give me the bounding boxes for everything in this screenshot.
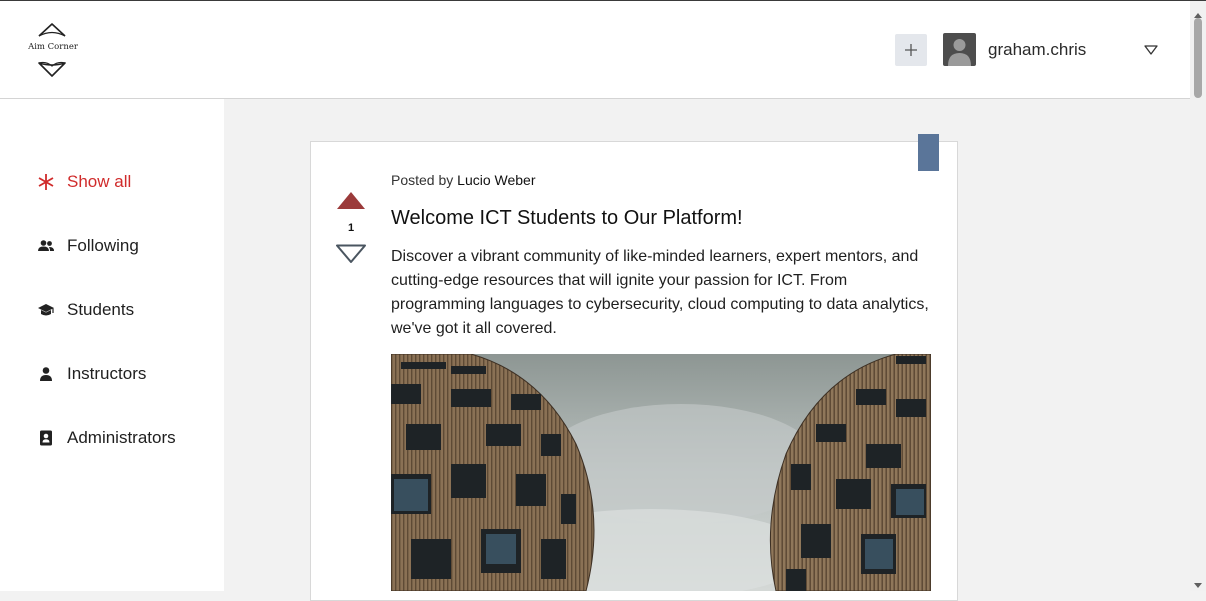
- logo-text: Aim Corner: [28, 42, 78, 52]
- user-menu-toggle[interactable]: [1143, 43, 1159, 55]
- sidebar: Show all Following Students Instructors …: [0, 99, 224, 591]
- upvote-button[interactable]: [335, 190, 367, 210]
- vote-count: 1: [347, 222, 355, 234]
- post-title[interactable]: Welcome ICT Students to Our Platform!: [391, 207, 743, 230]
- downvote-arrow-icon: [336, 244, 366, 263]
- posted-by-label: Posted by: [391, 172, 454, 188]
- user-avatar-icon: [948, 39, 971, 66]
- sidebar-item-administrators[interactable]: Administrators: [36, 426, 176, 450]
- plus-icon: [905, 44, 917, 56]
- add-post-button[interactable]: [895, 34, 927, 66]
- sidebar-item-label: Students: [67, 300, 135, 319]
- user-avatar[interactable]: [943, 33, 976, 66]
- curved-buildings-photo: [391, 354, 931, 591]
- sidebar-item-label: Administrators: [67, 428, 176, 447]
- scroll-up-arrow-icon: [1194, 13, 1202, 18]
- scrollbar-thumb[interactable]: [1194, 18, 1202, 98]
- top-header: Aim Corner graham.chris: [0, 1, 1190, 99]
- bookmark-ribbon[interactable]: [918, 134, 939, 171]
- sidebar-item-show-all[interactable]: Show all: [36, 170, 131, 194]
- sidebar-item-following[interactable]: Following: [36, 234, 139, 258]
- sidebar-item-label: Following: [67, 236, 139, 255]
- post-image: [391, 354, 931, 591]
- sidebar-item-label: Show all: [67, 172, 132, 191]
- sidebar-item-label: Instructors: [67, 364, 147, 383]
- chevron-down-icon: [1144, 45, 1158, 55]
- scroll-down-arrow-icon: [1194, 583, 1202, 588]
- scroll-down-button[interactable]: [1193, 577, 1203, 588]
- upvote-arrow-icon: [337, 192, 365, 209]
- downvote-button[interactable]: [335, 244, 367, 264]
- sidebar-item-students[interactable]: Students: [36, 298, 134, 322]
- people-icon: [36, 236, 56, 256]
- sidebar-item-instructors[interactable]: Instructors: [36, 362, 146, 386]
- graduation-cap-icon: [36, 300, 56, 320]
- logo[interactable]: Aim Corner: [26, 21, 80, 79]
- badge-icon: [36, 428, 56, 448]
- asterisk-icon: [36, 172, 56, 192]
- scroll-up-button[interactable]: [1193, 6, 1203, 18]
- post-body: Discover a vibrant community of like-min…: [391, 248, 929, 337]
- post-meta: Posted by Lucio Weber: [391, 172, 536, 188]
- post-author[interactable]: Lucio Weber: [457, 172, 535, 188]
- person-icon: [36, 364, 56, 384]
- username[interactable]: graham.chris: [988, 40, 1086, 60]
